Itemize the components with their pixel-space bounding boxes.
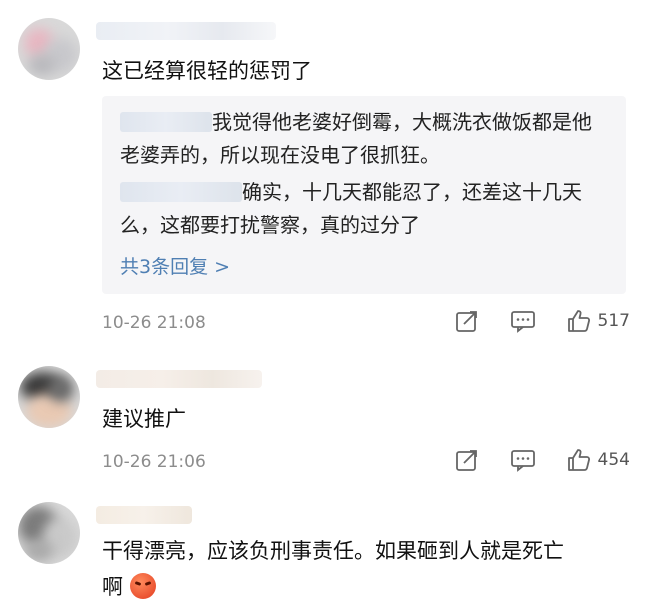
share-icon[interactable] xyxy=(454,308,480,334)
reply-username-redacted[interactable] xyxy=(120,182,242,202)
comment-text-line-1: 干得漂亮，应该负刑事责任。如果砸到人就是死亡 xyxy=(102,539,564,563)
thumbs-up-icon[interactable] xyxy=(566,308,592,334)
username-redacted[interactable] xyxy=(96,22,276,40)
thumbs-up-icon[interactable] xyxy=(566,447,592,473)
comment-2: 建议推广 10-26 21:06 454 xyxy=(0,350,650,480)
action-bar: 517 xyxy=(424,308,630,334)
reply-username-redacted[interactable] xyxy=(120,112,212,132)
avatar[interactable] xyxy=(18,18,80,80)
avatar[interactable] xyxy=(18,502,80,564)
comment-text-line-2-text: 啊 xyxy=(102,575,123,599)
avatar[interactable] xyxy=(18,366,80,428)
action-bar: 454 xyxy=(424,447,630,473)
share-icon[interactable] xyxy=(454,447,480,473)
username-redacted[interactable] xyxy=(96,506,192,524)
comment-1: 这已经算很轻的惩罚了 我觉得他老婆好倒霉，大概洗衣做饭都是他老婆弄的，所以现在没… xyxy=(0,0,650,350)
like-count: 454 xyxy=(597,450,630,470)
comment-3: 干得漂亮，应该负刑事责任。如果砸到人就是死亡 啊 xyxy=(0,480,650,610)
more-replies-link[interactable]: 共3条回复 > xyxy=(120,252,230,279)
comment-icon[interactable] xyxy=(510,447,536,473)
like-count: 517 xyxy=(597,311,630,331)
comment-icon[interactable] xyxy=(510,308,536,334)
comment-text: 这已经算很轻的惩罚了 xyxy=(102,59,312,83)
timestamp: 10-26 21:08 xyxy=(102,313,206,333)
reply-2: 确实，十几天都能忍了，还差这十几天么，这都要打扰警察，真的过分了 xyxy=(120,176,610,242)
comment-text-line-2: 啊 xyxy=(102,570,156,604)
timestamp: 10-26 21:06 xyxy=(102,452,206,472)
comment-text: 建议推广 xyxy=(102,407,186,431)
angry-emoji-icon xyxy=(129,573,156,599)
replies-box[interactable]: 我觉得他老婆好倒霉，大概洗衣做饭都是他老婆弄的，所以现在没电了很抓狂。 确实，十… xyxy=(102,96,626,294)
reply-1: 我觉得他老婆好倒霉，大概洗衣做饭都是他老婆弄的，所以现在没电了很抓狂。 xyxy=(120,106,610,172)
username-redacted[interactable] xyxy=(96,370,262,388)
